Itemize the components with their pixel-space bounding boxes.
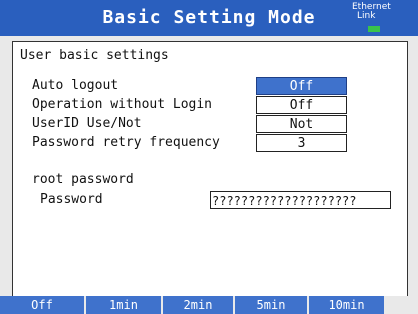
softkey-10min[interactable]: 10min [309,296,384,314]
softkey-1min[interactable]: 1min [86,296,161,314]
root-password-title: root password [32,172,134,187]
softkey-5min[interactable]: 5min [235,296,307,314]
section-title: User basic settings [20,48,169,63]
screen: Basic Setting Mode Ethernet Link User ba… [0,0,418,314]
softkey-bar: Off 1min 2min 5min 10min [0,296,418,314]
auto-logout-field[interactable]: Off [256,77,347,95]
softkey-2min[interactable]: 2min [163,296,233,314]
softkey-off[interactable]: Off [0,296,84,314]
password-label: Password [40,192,103,207]
setting-label-userid-use: UserID Use/Not [32,116,142,131]
link-label: Link [357,11,376,21]
header-bar: Basic Setting Mode Ethernet Link [0,0,418,36]
password-retry-field[interactable]: 3 [256,134,347,152]
operation-without-login-field[interactable]: Off [256,96,347,114]
setting-label-password-retry: Password retry frequency [32,135,220,150]
userid-use-field[interactable]: Not [256,115,347,133]
ethernet-status: Ethernet Link [352,3,416,21]
settings-panel: User basic settings Auto logout Off Oper… [12,41,408,298]
setting-label-auto-logout: Auto logout [32,78,119,93]
root-password-field[interactable]: ???????????????????? [210,191,391,209]
setting-label-operation-without-login: Operation without Login [32,97,213,112]
link-led-icon [368,26,380,32]
